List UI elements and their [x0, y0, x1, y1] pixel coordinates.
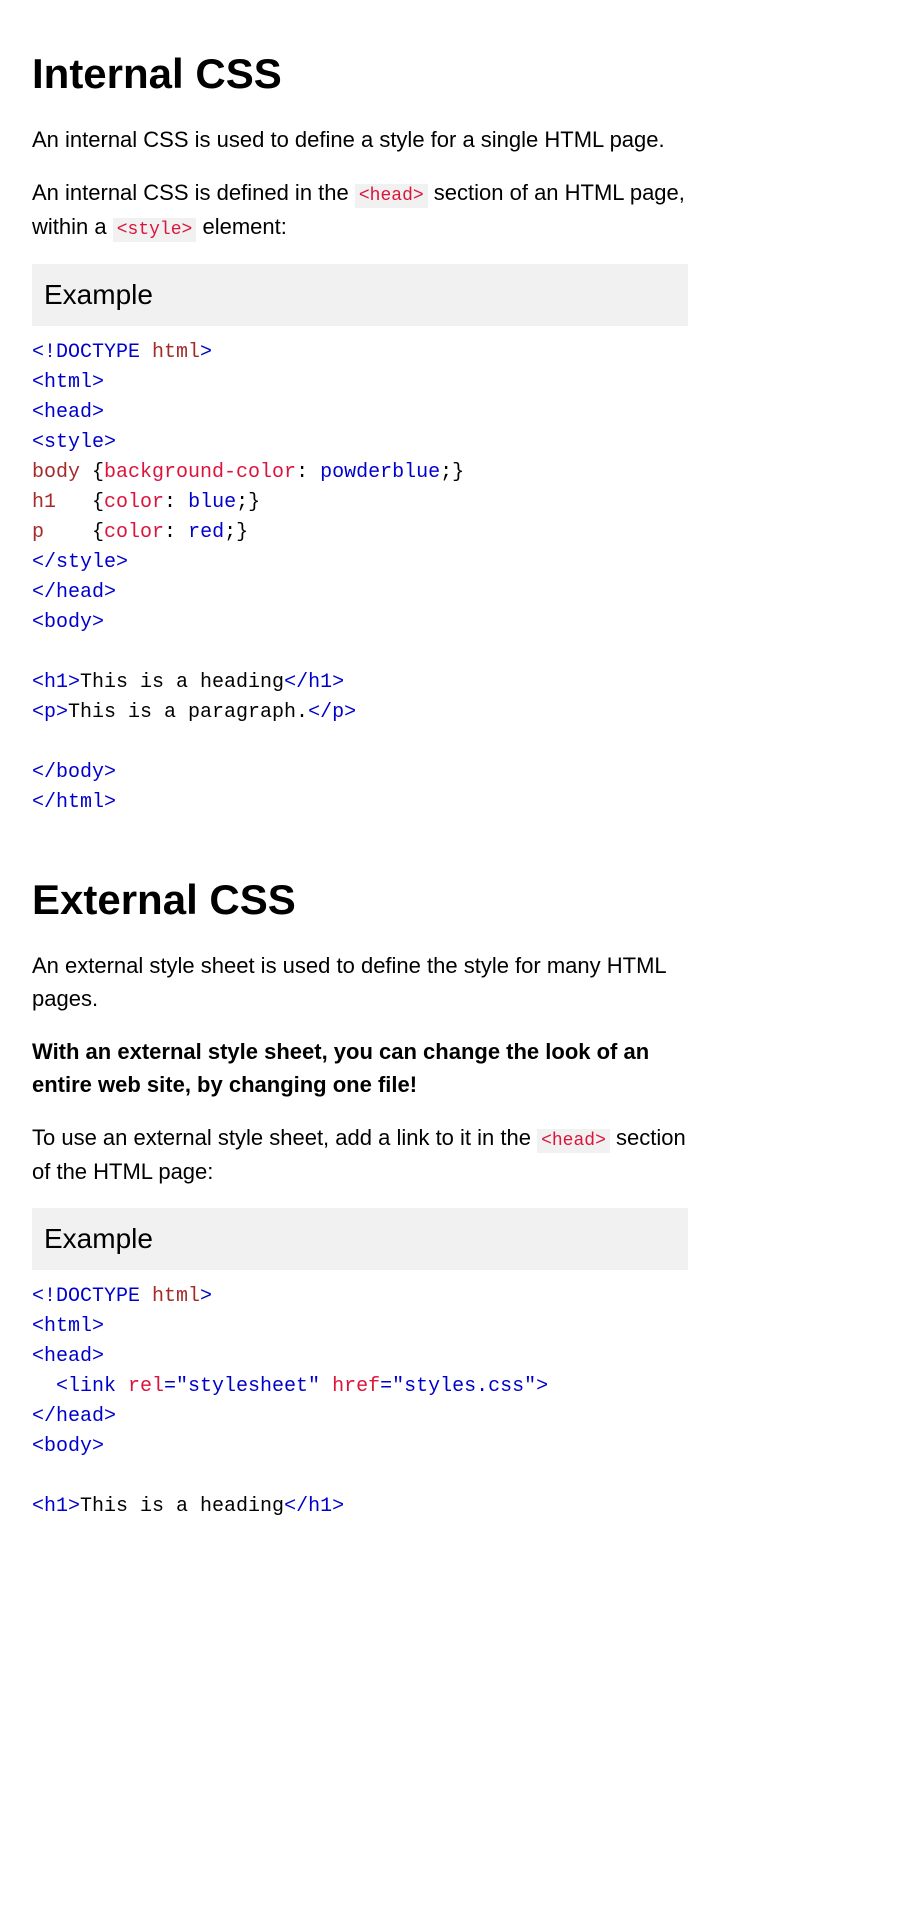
code-token: <body> — [32, 611, 104, 634]
code-token: html — [140, 1285, 200, 1308]
code-token: } — [236, 521, 248, 544]
paragraph: An external style sheet is used to defin… — [32, 949, 688, 1015]
code-token: This is a heading — [80, 1495, 284, 1518]
code-token: href — [320, 1375, 380, 1398]
heading-external-css: External CSS — [32, 868, 688, 931]
code-token: > — [200, 341, 212, 364]
code-token: <body> — [32, 1435, 104, 1458]
heading-internal-css: Internal CSS — [32, 42, 688, 105]
code-token: </html> — [32, 791, 116, 814]
code-token: { — [92, 491, 104, 514]
text: To use an external style sheet, add a li… — [32, 1125, 537, 1150]
code-token: } — [248, 491, 260, 514]
code-token: ; — [440, 461, 452, 484]
code-token: <!DOCTYPE — [32, 341, 140, 364]
code-token: background-color — [104, 461, 296, 484]
paragraph-bold: With an external style sheet, you can ch… — [32, 1035, 688, 1101]
code-token: { — [92, 461, 104, 484]
code-token: : — [296, 461, 308, 484]
inline-code-style: <style> — [113, 218, 197, 242]
code-token: This is a paragraph. — [68, 701, 308, 724]
code-token: </h1> — [284, 671, 344, 694]
code-token: </style> — [32, 551, 128, 574]
code-token: <h1> — [32, 671, 80, 694]
code-token: red — [176, 521, 224, 544]
code-example-internal: <!DOCTYPE html> <html> <head> <style> bo… — [32, 326, 688, 818]
code-token: } — [452, 461, 464, 484]
paragraph: An internal CSS is used to define a styl… — [32, 123, 688, 156]
inline-code-head: <head> — [355, 184, 428, 208]
code-example-external: <!DOCTYPE html> <html> <head> <link rel=… — [32, 1270, 688, 1522]
paragraph: To use an external style sheet, add a li… — [32, 1121, 688, 1188]
code-token: html — [140, 341, 200, 364]
code-token: <html> — [32, 1315, 104, 1338]
code-token: blue — [176, 491, 236, 514]
code-token: <style> — [32, 431, 116, 454]
code-token: <p> — [32, 701, 68, 724]
code-token: color — [104, 491, 164, 514]
text: element: — [196, 214, 287, 239]
paragraph: An internal CSS is defined in the <head>… — [32, 176, 688, 244]
code-token: </p> — [308, 701, 356, 724]
code-token: body — [32, 461, 92, 484]
code-token: <head> — [32, 1345, 104, 1368]
inline-code-head: <head> — [537, 1129, 610, 1153]
code-token: : — [164, 521, 176, 544]
code-token: </head> — [32, 1405, 116, 1428]
code-token: color — [104, 521, 164, 544]
code-token: > — [200, 1285, 212, 1308]
text: An internal CSS is defined in the — [32, 180, 355, 205]
code-token: <link — [32, 1375, 116, 1398]
code-token: ="stylesheet" — [164, 1375, 320, 1398]
code-token: p — [32, 521, 92, 544]
code-token: : — [164, 491, 176, 514]
code-token: powderblue — [308, 461, 440, 484]
code-token: <!DOCTYPE — [32, 1285, 140, 1308]
code-token: <html> — [32, 371, 104, 394]
code-token: <head> — [32, 401, 104, 424]
code-token: > — [536, 1375, 548, 1398]
code-token: ="styles.css" — [380, 1375, 536, 1398]
code-token: <h1> — [32, 1495, 80, 1518]
code-token: This is a heading — [80, 671, 284, 694]
code-token: ; — [224, 521, 236, 544]
example-label: Example — [32, 1208, 688, 1270]
code-token: rel — [116, 1375, 164, 1398]
code-token: { — [92, 521, 104, 544]
code-token: </h1> — [284, 1495, 344, 1518]
code-token: </body> — [32, 761, 116, 784]
code-token: h1 — [32, 491, 92, 514]
example-label: Example — [32, 264, 688, 326]
code-token: ; — [236, 491, 248, 514]
code-token: </head> — [32, 581, 116, 604]
